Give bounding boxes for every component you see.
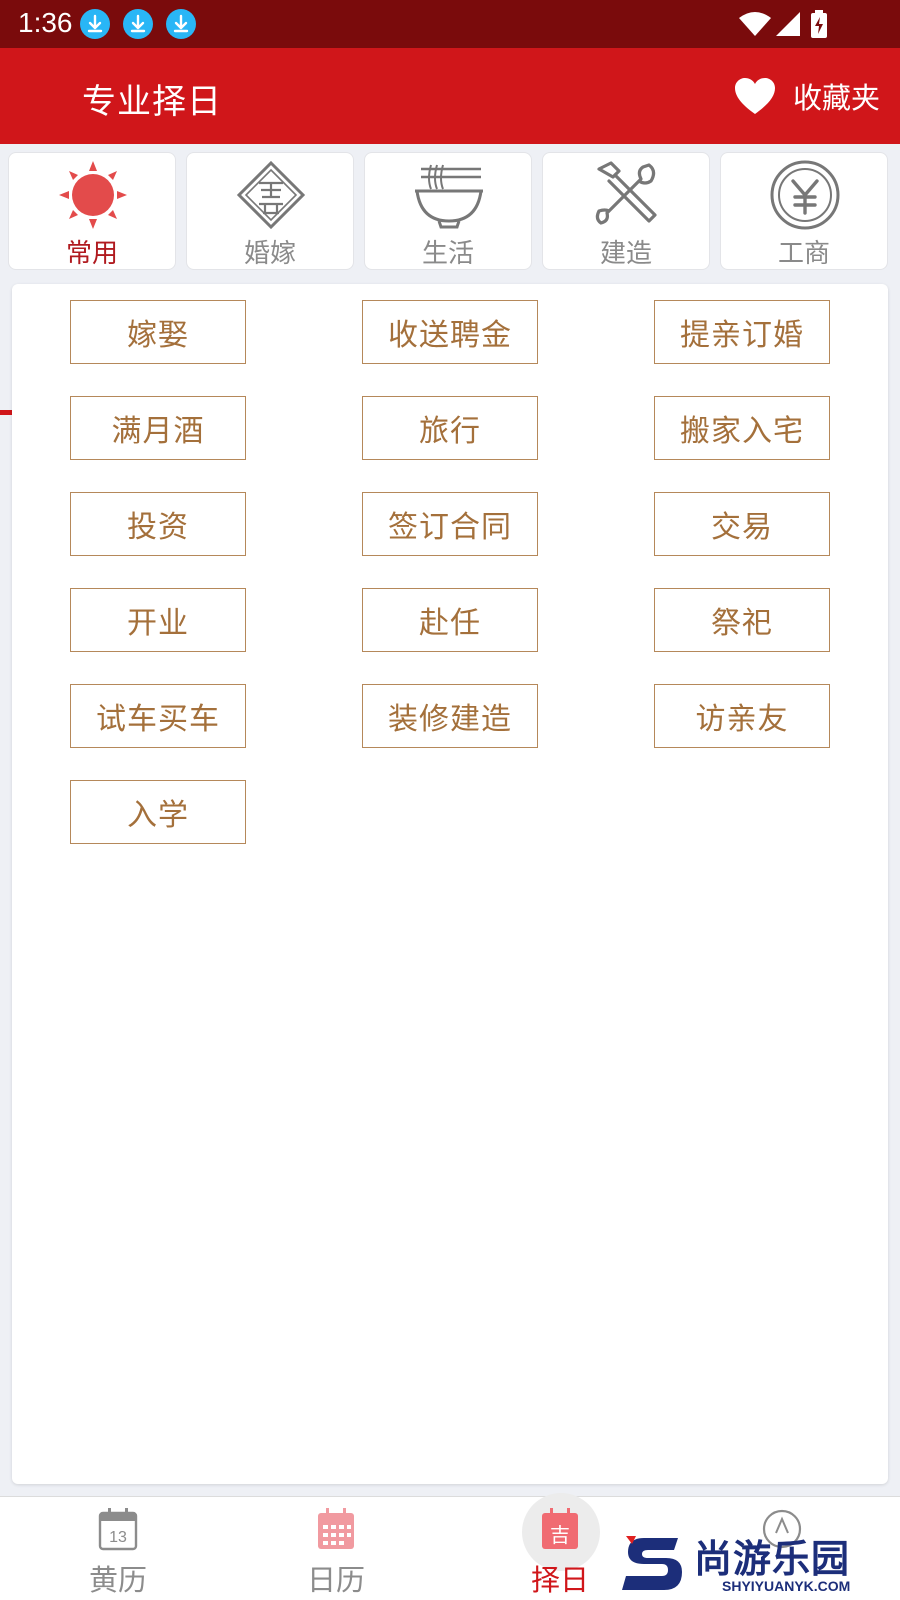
- category-tabs: 常用 婚嫁 生活 建造 工商: [0, 144, 900, 415]
- nav-label: 黄历: [88, 1563, 147, 1597]
- yuan-coin-icon: [770, 160, 840, 230]
- download-notification-icon: [166, 9, 196, 39]
- watermark-url: SHYIYUANYK.COM: [722, 1578, 851, 1594]
- tab-construction[interactable]: 建造: [542, 152, 710, 270]
- page-title: 专业择日: [82, 82, 222, 122]
- option-button[interactable]: 赴任: [362, 588, 538, 652]
- option-button[interactable]: 投资: [70, 492, 246, 556]
- noodle-bowl-icon: [415, 164, 483, 229]
- download-notification-icon: [123, 9, 153, 39]
- option-button[interactable]: 入学: [70, 780, 246, 844]
- heart-icon: [734, 78, 775, 114]
- calendar-day-badge: 13: [109, 1529, 127, 1546]
- options-panel: 嫁娶 收送聘金 提亲订婚 满月酒 旅行 搬家入宅 投资 签订合同 交易 开业 赴…: [12, 284, 888, 1484]
- nav-label: 择日: [530, 1563, 589, 1597]
- download-notification-icon: [80, 9, 110, 39]
- tools-icon: [595, 161, 657, 225]
- battery-charging-icon: [811, 10, 827, 38]
- brand-logo-icon: [622, 1536, 682, 1590]
- option-button[interactable]: 旅行: [362, 396, 538, 460]
- calendar-grid-icon: [318, 1508, 354, 1549]
- double-happiness-icon: [236, 160, 306, 230]
- nav-date-selection[interactable]: 吉 择日: [500, 1493, 620, 1600]
- nav-calendar[interactable]: 日历: [276, 1497, 396, 1600]
- option-button[interactable]: 祭祀: [654, 588, 830, 652]
- option-button[interactable]: 提亲订婚: [654, 300, 830, 364]
- auspicious-calendar-icon: 吉: [542, 1508, 578, 1549]
- tab-business[interactable]: 工商: [720, 152, 888, 270]
- option-button[interactable]: 搬家入宅: [654, 396, 830, 460]
- auspicious-badge: 吉: [550, 1523, 570, 1547]
- watermark-brand: 尚游乐园: [694, 1537, 851, 1581]
- status-bar: 1:36: [0, 0, 900, 48]
- tab-life[interactable]: 生活: [364, 152, 532, 270]
- favorites-label: 收藏夹: [792, 81, 880, 115]
- watermark: 尚游乐园 SHYIYUANYK.COM: [622, 1528, 900, 1600]
- tab-label: 工商: [777, 239, 830, 269]
- option-button[interactable]: 访亲友: [654, 684, 830, 748]
- calendar-day-icon: 13: [98, 1508, 138, 1551]
- tab-label: 建造: [599, 239, 652, 269]
- option-button[interactable]: 满月酒: [70, 396, 246, 460]
- option-button[interactable]: 试车买车: [70, 684, 246, 748]
- option-button[interactable]: 嫁娶: [70, 300, 246, 364]
- favorites-button[interactable]: 收藏夹: [733, 70, 880, 122]
- tab-label: 婚嫁: [243, 239, 296, 269]
- tab-label: 常用: [65, 239, 118, 269]
- sun-icon: [59, 161, 127, 229]
- option-button[interactable]: 收送聘金: [362, 300, 538, 364]
- nav-almanac[interactable]: 13 黄历: [58, 1497, 178, 1600]
- tab-label: 生活: [421, 239, 474, 269]
- option-button[interactable]: 开业: [70, 588, 246, 652]
- tab-wedding[interactable]: 婚嫁: [186, 152, 354, 270]
- option-button[interactable]: 签订合同: [362, 492, 538, 556]
- option-button[interactable]: 交易: [654, 492, 830, 556]
- signal-icon: [776, 12, 800, 36]
- wifi-icon: [739, 12, 771, 36]
- tab-common[interactable]: 常用: [8, 152, 176, 270]
- status-time: 1:36: [18, 7, 73, 38]
- nav-label: 日历: [306, 1563, 365, 1597]
- option-button[interactable]: 装修建造: [362, 684, 538, 748]
- app-bar: 专业择日 收藏夹: [0, 48, 900, 144]
